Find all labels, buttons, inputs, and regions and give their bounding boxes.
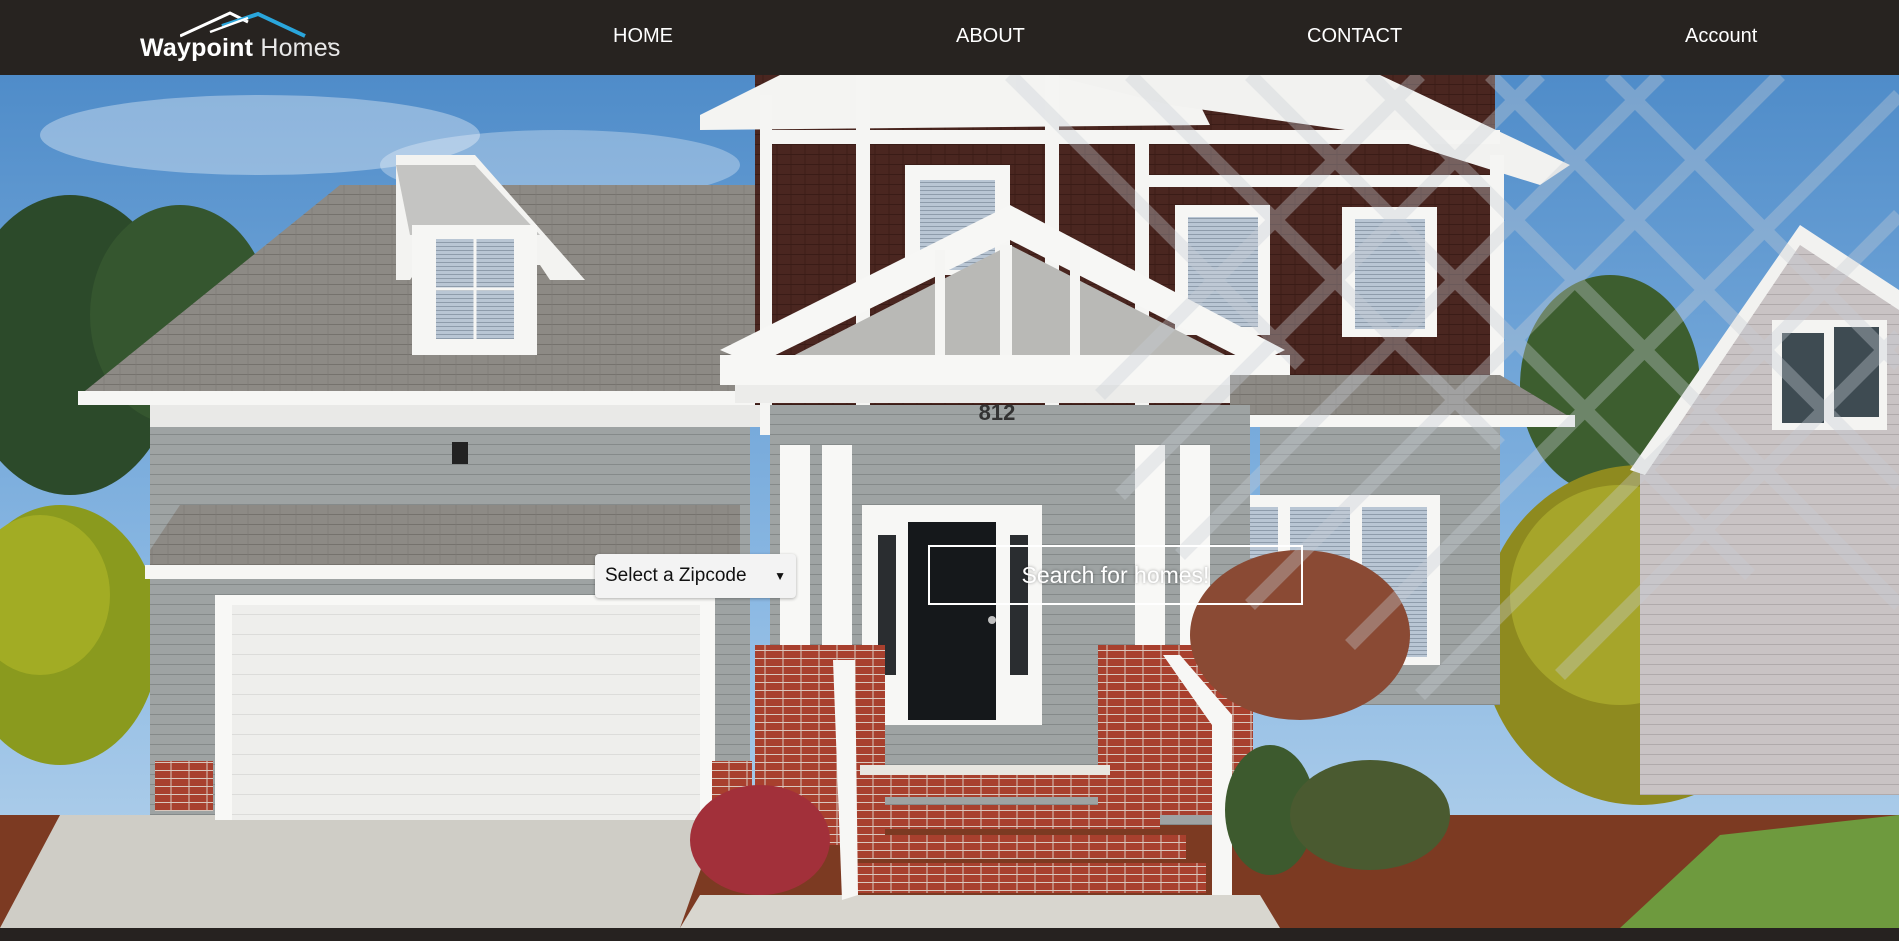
logo-text-part2: Homes [260, 34, 341, 62]
search-homes-button[interactable]: Search for homes! [928, 545, 1303, 605]
nav-home-link[interactable]: HOME [613, 25, 673, 48]
logo-text-part1: Waypoint [140, 34, 254, 62]
logo-wordmark: Waypoint Homes [140, 34, 341, 63]
waypoint-homes-logo[interactable]: Waypoint Homes [140, 10, 340, 62]
nav-contact-link[interactable]: CONTACT [1307, 25, 1402, 48]
bottom-strip [0, 928, 1899, 941]
top-navbar: Waypoint Homes HOME ABOUT CONTACT Accoun… [0, 0, 1899, 75]
logo-trademark-dot [328, 42, 331, 45]
hero-house-image: 812 [0, 75, 1899, 928]
nav-account-link[interactable]: Account [1685, 25, 1757, 48]
nav-about-link[interactable]: ABOUT [956, 25, 1025, 48]
zipcode-select-value: Select a Zipcode [605, 565, 747, 586]
caret-down-icon: ▼ [774, 569, 786, 583]
hero-section: 812 Select a Zipcode ▼ Search for homes! [0, 75, 1899, 928]
zipcode-select[interactable]: Select a Zipcode ▼ [595, 554, 796, 598]
house-number-sign: 812 [979, 400, 1016, 425]
